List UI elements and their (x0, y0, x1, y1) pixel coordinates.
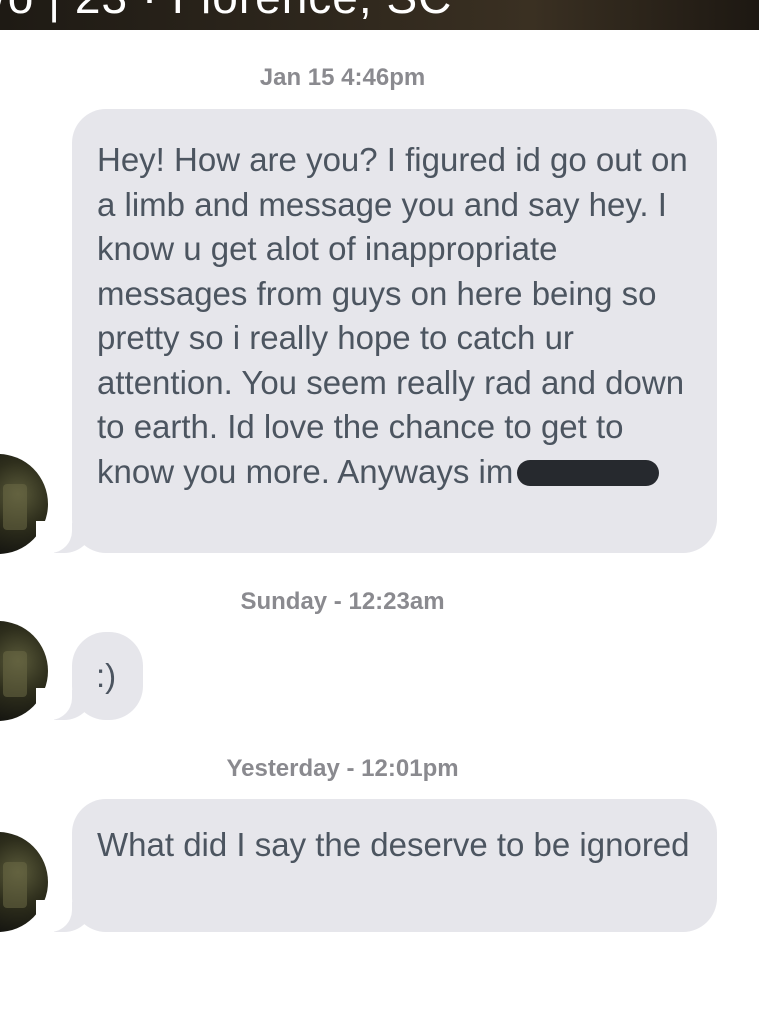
incoming-message-bubble[interactable]: :) (36, 632, 143, 720)
message-timestamp: Sunday - 12:23am (240, 588, 445, 615)
message-timestamp: Jan 15 4:46pm (259, 64, 426, 91)
message-text: :) (96, 657, 117, 694)
redaction-mark (517, 459, 660, 486)
message-timestamp: Yesterday - 12:01pm (226, 755, 459, 782)
chat-screen: /o | 23 · Florence, SC Jan 15 4:46pm Hey… (0, 0, 759, 1024)
message-text: What did I say the deserve to be ignored (97, 826, 690, 863)
profile-header-text: /o | 23 · Florence, SC (0, 0, 452, 24)
profile-header[interactable]: /o | 23 · Florence, SC (0, 0, 759, 30)
incoming-message-bubble[interactable]: What did I say the deserve to be ignored (36, 799, 717, 932)
incoming-message-bubble[interactable]: Hey! How are you? I figured id go out on… (36, 109, 717, 553)
message-text: Hey! How are you? I figured id go out on… (97, 141, 697, 490)
